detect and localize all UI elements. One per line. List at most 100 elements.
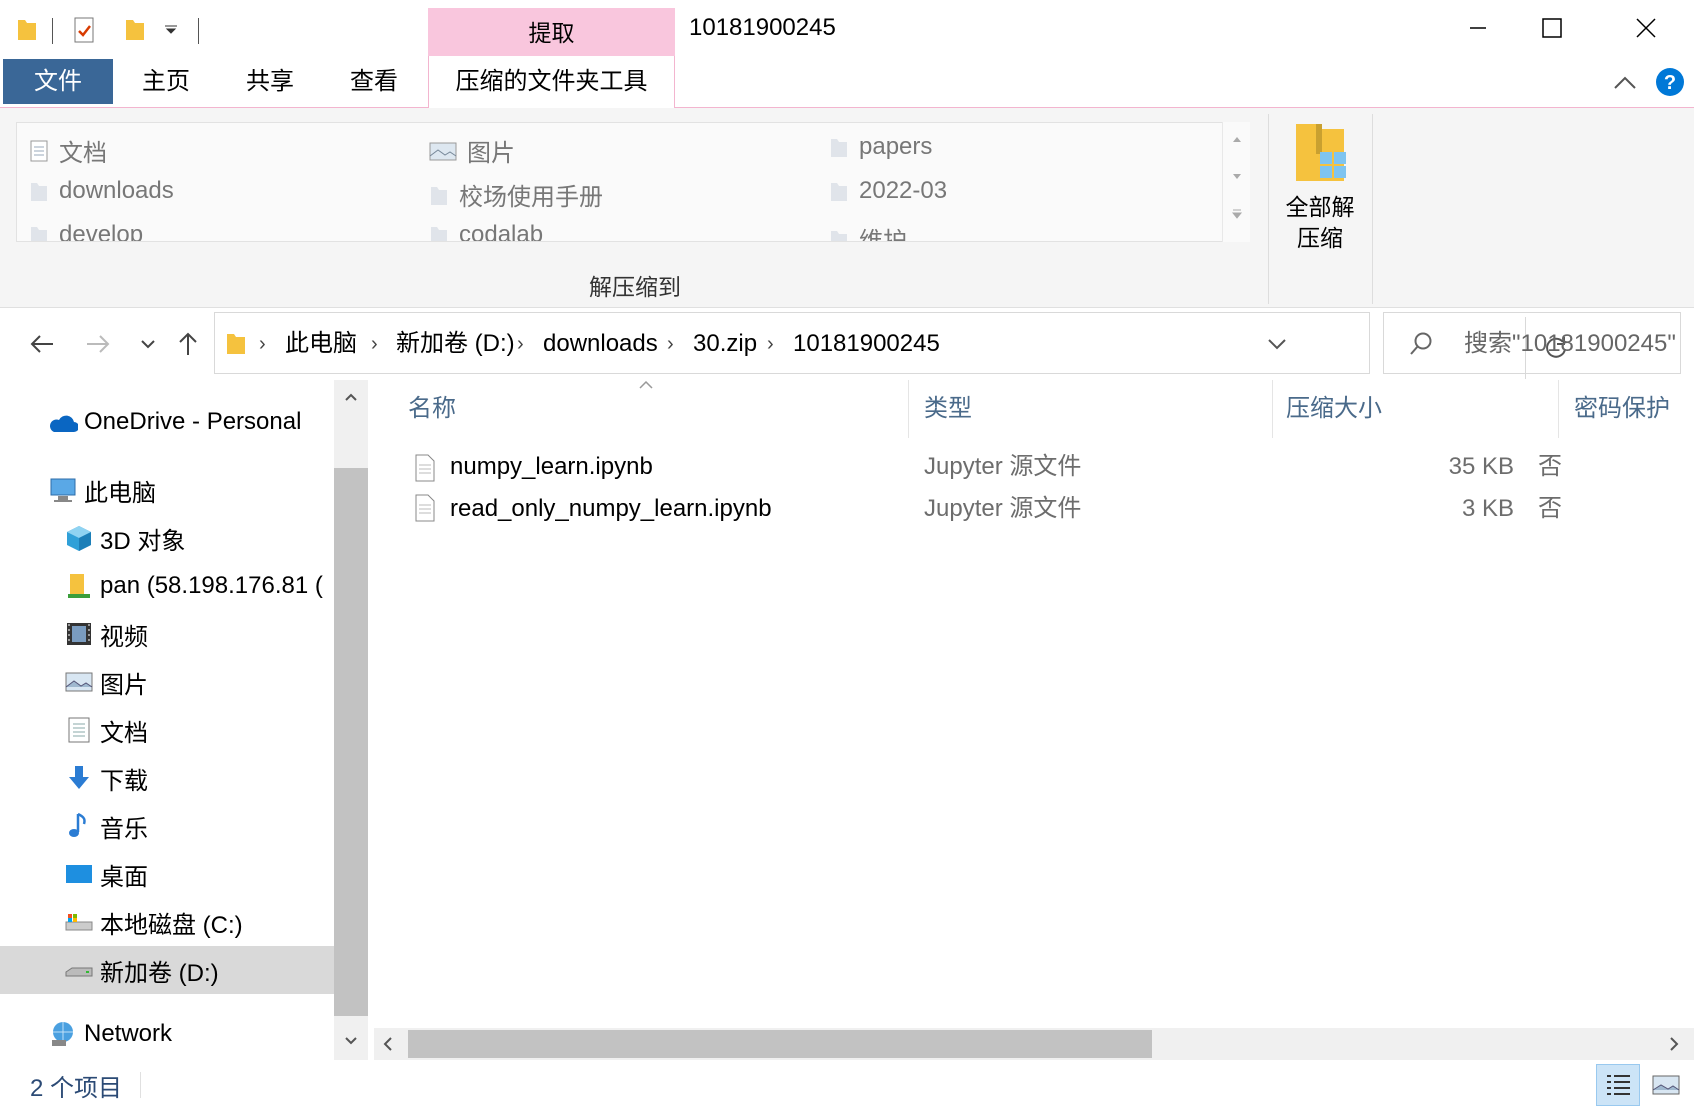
ribbon-separator bbox=[1372, 114, 1373, 304]
help-icon[interactable]: ? bbox=[1654, 66, 1686, 98]
search-input[interactable]: 搜索"10181900245" bbox=[1464, 313, 1676, 375]
maximize-button[interactable] bbox=[1510, 0, 1594, 56]
documents-icon bbox=[68, 717, 90, 743]
properties-icon[interactable] bbox=[72, 16, 96, 44]
tab-share[interactable]: 共享 bbox=[232, 56, 308, 108]
scroll-down-icon[interactable] bbox=[1231, 172, 1243, 182]
music-icon bbox=[69, 812, 86, 837]
window-title: 10181900245 bbox=[689, 14, 836, 41]
navigation-pane: OneDrive - Personal 此电脑 3D 对象 pan (58.19… bbox=[0, 380, 334, 1060]
breadcrumb-drive-d[interactable]: 新加卷 (D:) bbox=[396, 313, 515, 375]
tab-compressed-folder-tools[interactable]: 压缩的文件夹工具 bbox=[428, 56, 675, 109]
up-button[interactable] bbox=[170, 326, 206, 362]
sort-ascending-icon bbox=[639, 380, 653, 389]
nav-item-network[interactable]: Network bbox=[0, 1010, 334, 1058]
nav-item-videos[interactable]: 视频 bbox=[0, 610, 334, 658]
file-type: Jupyter 源文件 bbox=[924, 453, 1082, 480]
horizontal-scroll-thumb[interactable] bbox=[408, 1030, 1152, 1058]
folder-icon bbox=[431, 227, 447, 241]
column-header-compressed-size[interactable]: 压缩大小 bbox=[1286, 380, 1382, 438]
folder-icon bbox=[831, 230, 847, 241]
nav-item-desktop[interactable]: 桌面 bbox=[0, 850, 334, 898]
scroll-down-icon[interactable] bbox=[344, 1036, 358, 1046]
address-row: › 此电脑 › 新加卷 (D:) › downloads › 30.zip › … bbox=[0, 308, 1694, 380]
file-type: Jupyter 源文件 bbox=[924, 495, 1082, 522]
gallery-item[interactable]: 2022-03 bbox=[829, 177, 947, 205]
tab-home[interactable]: 主页 bbox=[128, 56, 204, 108]
column-divider[interactable] bbox=[1558, 380, 1559, 438]
scroll-up-icon[interactable] bbox=[344, 392, 358, 402]
column-header-name[interactable]: 名称 bbox=[408, 380, 456, 438]
collapse-ribbon-icon[interactable] bbox=[1612, 72, 1638, 94]
folder-icon bbox=[831, 183, 847, 201]
gallery-item[interactable]: develop bbox=[29, 221, 143, 241]
desktop-icon bbox=[66, 865, 92, 883]
nav-item-local-disk-c[interactable]: 本地磁盘 (C:) bbox=[0, 898, 334, 946]
nav-item-this-pc[interactable]: 此电脑 bbox=[0, 466, 334, 514]
details-view-button[interactable] bbox=[1596, 1064, 1640, 1106]
nav-scroll-thumb[interactable] bbox=[334, 468, 368, 1016]
gallery-item[interactable]: downloads bbox=[29, 177, 174, 205]
crumb-separator-icon[interactable]: › bbox=[517, 313, 524, 375]
tab-file[interactable]: 文件 bbox=[3, 59, 113, 104]
file-row[interactable]: read_only_numpy_learn.ipynb Jupyter 源文件 … bbox=[368, 488, 1694, 530]
gallery-item[interactable]: 文档 bbox=[29, 133, 107, 168]
close-button[interactable] bbox=[1604, 0, 1688, 56]
gallery-item[interactable]: 校场使用手册 bbox=[429, 177, 603, 212]
close-icon bbox=[1636, 18, 1656, 38]
crumb-separator-icon[interactable]: › bbox=[371, 313, 378, 375]
chevron-down-icon bbox=[141, 340, 155, 349]
search-box[interactable]: 搜索"10181900245" bbox=[1383, 312, 1681, 374]
scroll-right-icon[interactable] bbox=[1668, 1036, 1680, 1052]
nav-item-3d-objects[interactable]: 3D 对象 bbox=[0, 514, 334, 562]
scroll-left-icon[interactable] bbox=[382, 1036, 394, 1052]
file-row[interactable]: numpy_learn.ipynb Jupyter 源文件 35 KB 否 bbox=[368, 446, 1694, 488]
new-folder-icon[interactable] bbox=[124, 16, 146, 42]
nav-item-documents[interactable]: 文档 bbox=[0, 706, 334, 754]
gallery-more-icon[interactable] bbox=[1231, 208, 1243, 220]
nav-item-downloads[interactable]: 下载 bbox=[0, 754, 334, 802]
nav-item-music[interactable]: 音乐 bbox=[0, 802, 334, 850]
forward-button[interactable] bbox=[80, 326, 116, 362]
nav-item-network-drive[interactable]: pan (58.198.176.81 ( bbox=[0, 562, 334, 610]
gallery-item[interactable]: 图片 bbox=[429, 133, 515, 168]
scroll-up-icon[interactable] bbox=[1231, 134, 1243, 144]
address-history-chevron-icon[interactable] bbox=[1267, 337, 1287, 351]
nav-item-onedrive[interactable]: OneDrive - Personal bbox=[0, 398, 334, 446]
crumb-separator-icon[interactable]: › bbox=[767, 313, 774, 375]
nav-item-drive-d[interactable]: 新加卷 (D:) bbox=[0, 946, 334, 994]
tab-view[interactable]: 查看 bbox=[336, 56, 412, 108]
recent-locations-button[interactable] bbox=[130, 326, 166, 362]
column-divider[interactable] bbox=[1272, 380, 1273, 438]
column-divider[interactable] bbox=[908, 380, 909, 438]
gallery-item[interactable]: codalab bbox=[429, 221, 543, 241]
title-bar: 提取 10181900245 bbox=[0, 0, 1694, 58]
nav-item-pictures[interactable]: 图片 bbox=[0, 658, 334, 706]
search-icon bbox=[1410, 332, 1432, 355]
gallery-item[interactable]: 维护 bbox=[829, 221, 907, 241]
crumb-separator-icon[interactable]: › bbox=[259, 313, 266, 375]
crumb-separator-icon[interactable]: › bbox=[667, 313, 674, 375]
column-header-type[interactable]: 类型 bbox=[924, 380, 972, 438]
breadcrumb-zip[interactable]: 30.zip bbox=[693, 313, 757, 375]
breadcrumb-current-folder[interactable]: 10181900245 bbox=[793, 313, 940, 375]
address-bar[interactable]: › 此电脑 › 新加卷 (D:) › downloads › 30.zip › … bbox=[214, 312, 1566, 379]
forward-arrow-icon bbox=[87, 335, 110, 353]
onedrive-cloud-icon bbox=[50, 415, 78, 432]
gallery-item[interactable]: papers bbox=[829, 133, 932, 161]
minimize-button[interactable] bbox=[1436, 0, 1520, 56]
ribbon-separator bbox=[1268, 114, 1269, 304]
maximize-icon bbox=[1542, 18, 1562, 38]
back-button[interactable] bbox=[24, 326, 60, 362]
folder-icon bbox=[431, 186, 447, 205]
folder-icon[interactable] bbox=[16, 16, 38, 42]
large-icons-view-button[interactable] bbox=[1644, 1064, 1688, 1106]
extract-all-button[interactable]: 全部解 压缩 bbox=[1272, 118, 1368, 298]
breadcrumb-downloads[interactable]: downloads bbox=[543, 313, 658, 375]
column-header-password[interactable]: 密码保护 bbox=[1574, 380, 1670, 438]
quick-access-separator bbox=[198, 18, 199, 44]
status-bar: 2 个项目 bbox=[0, 1060, 1694, 1109]
customize-dropdown-icon[interactable] bbox=[164, 24, 178, 34]
document-icon bbox=[30, 140, 48, 161]
breadcrumb-this-pc[interactable]: 此电脑 bbox=[285, 313, 357, 375]
